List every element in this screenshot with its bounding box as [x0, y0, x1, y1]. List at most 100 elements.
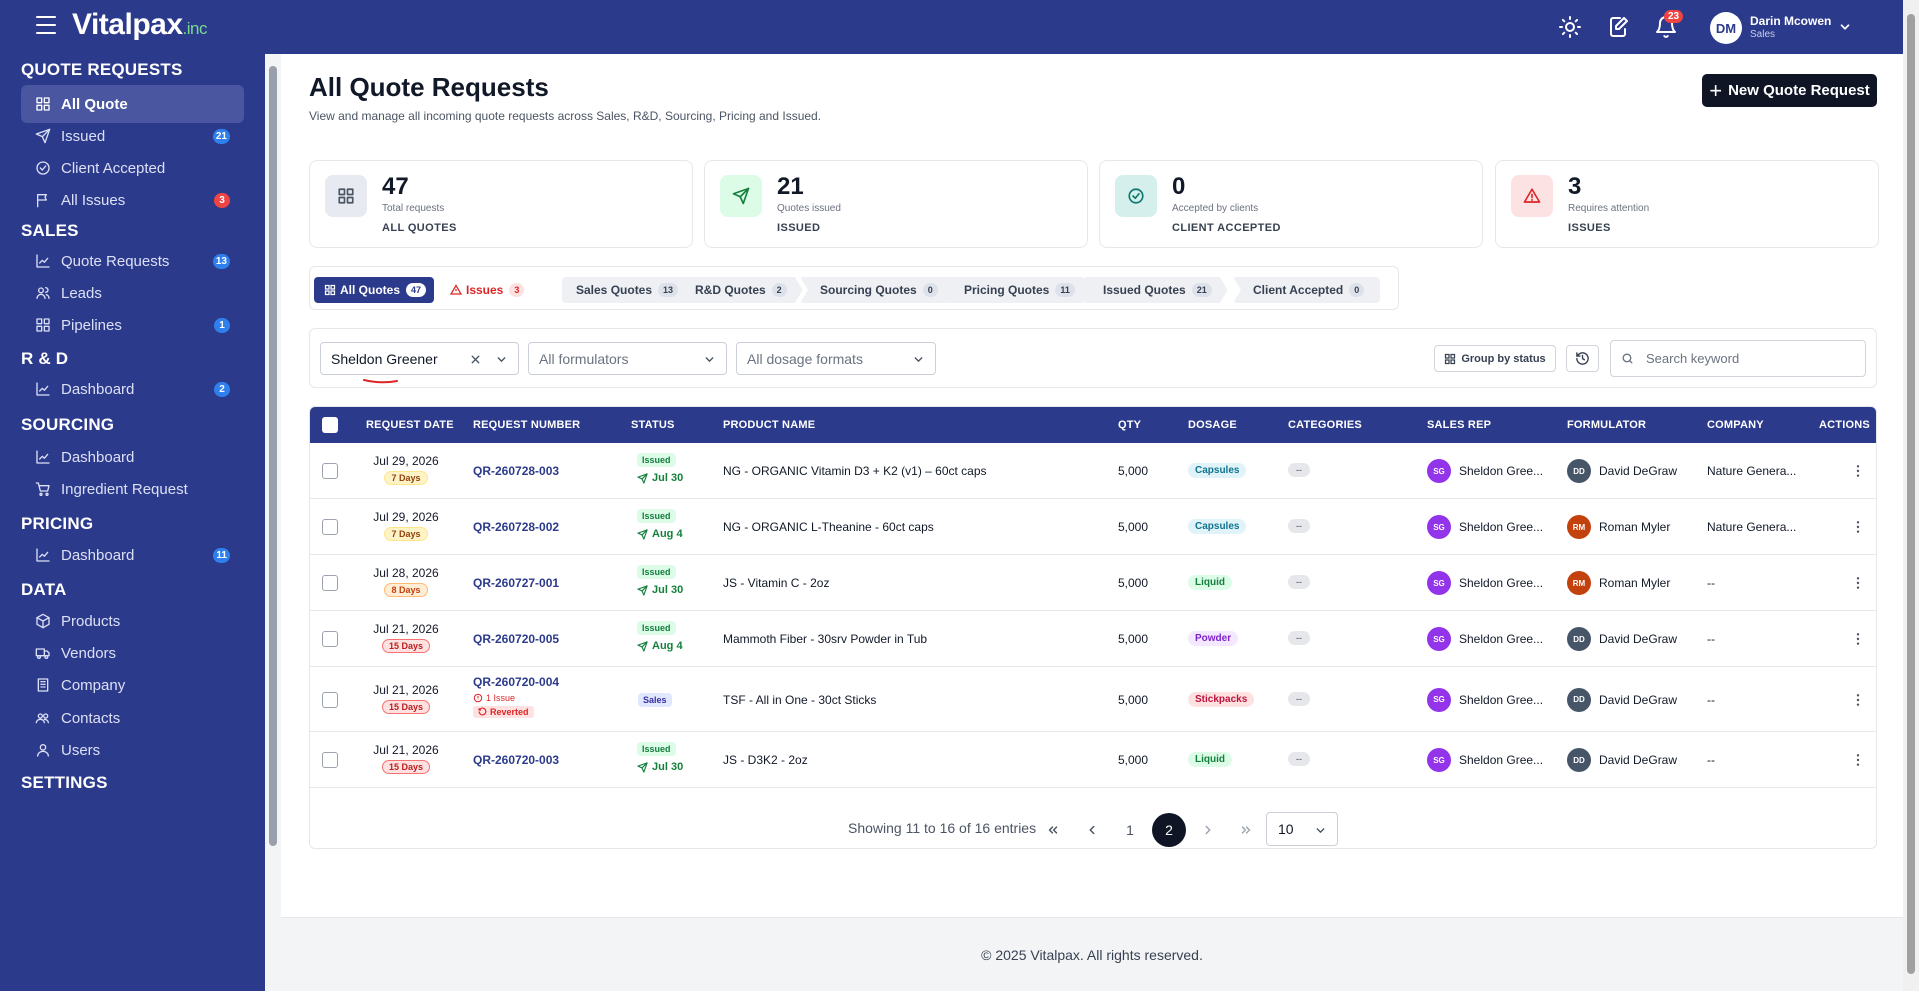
tab-rd-quotes[interactable]: R&D Quotes 2: [675, 277, 803, 303]
tab-sales-quotes[interactable]: Sales Quotes 13: [562, 277, 694, 303]
avatar: SG: [1427, 515, 1451, 539]
more-actions-icon[interactable]: [1850, 519, 1866, 535]
sales-rep-name: Sheldon Gree...: [1459, 692, 1544, 707]
col-formulator[interactable]: FORMULATOR: [1567, 419, 1646, 431]
select-all-checkbox[interactable]: [322, 417, 338, 433]
formulator-name: Roman Myler: [1599, 576, 1671, 590]
table-row[interactable]: Jul 29, 2026 7 Days QR-260728-003 Issued Jul…: [310, 443, 1876, 499]
more-actions-icon[interactable]: [1850, 631, 1866, 647]
table-row[interactable]: Jul 21, 2026 15 Days QR-260720-004 1 Issue R…: [310, 667, 1876, 732]
stat-card-all-quotes[interactable]: 47 Total requests ALL QUOTES: [309, 160, 693, 248]
edit-document-icon[interactable]: [1606, 15, 1630, 39]
page-button-2[interactable]: 2: [1152, 813, 1186, 847]
tab-client-accepted[interactable]: Client Accepted 0: [1233, 277, 1381, 303]
more-actions-icon[interactable]: [1850, 752, 1866, 768]
warning-icon: [450, 284, 462, 295]
dosage-select[interactable]: All dosage formats: [736, 342, 936, 375]
col-product-name[interactable]: PRODUCT NAME: [723, 419, 815, 431]
row-checkbox[interactable]: [322, 519, 338, 535]
formulators-select[interactable]: All formulators: [528, 342, 727, 375]
formulator-name: David DeGraw: [1599, 692, 1678, 707]
request-number-link[interactable]: QR-260727-001: [473, 576, 559, 590]
company: --: [1707, 632, 1715, 646]
logo[interactable]: Vitalpax.inc: [72, 8, 207, 42]
table-row[interactable]: Jul 28, 2026 8 Days QR-260727-001 Issued Jul…: [310, 555, 1876, 611]
sidebar-item-label: Users: [61, 741, 101, 759]
menu-icon[interactable]: [36, 16, 56, 34]
product-name: JS - D3K2 - 2oz: [723, 753, 808, 767]
sun-icon[interactable]: [1558, 15, 1582, 39]
col-sales-rep[interactable]: SALES REP: [1427, 419, 1491, 431]
status-cell: Issued Jul 30: [637, 741, 683, 773]
tab-issued-quotes[interactable]: Issued Quotes 21: [1083, 277, 1228, 303]
row-checkbox[interactable]: [322, 691, 338, 708]
sidebar-item-r-d-dashboard[interactable]: Dashboard 2: [21, 370, 244, 408]
request-number-link[interactable]: QR-260728-003: [473, 464, 559, 478]
history-button[interactable]: [1566, 345, 1599, 372]
user-name[interactable]: Darin Mcowen: [1750, 14, 1831, 28]
table-row[interactable]: Jul 21, 2026 15 Days QR-260720-003 Issued Ju…: [310, 732, 1876, 788]
row-checkbox[interactable]: [322, 631, 338, 647]
sidebar-item-label: Vendors: [61, 644, 117, 662]
send-icon: [637, 528, 648, 540]
col-status[interactable]: STATUS: [631, 419, 675, 431]
col-request-date[interactable]: REQUEST DATE: [366, 419, 454, 431]
stat-card-issued[interactable]: 21 Quotes issued ISSUED: [704, 160, 1088, 248]
col-request-number[interactable]: REQUEST NUMBER: [473, 419, 580, 431]
avatar: SG: [1427, 459, 1451, 483]
first-page-button[interactable]: [1036, 813, 1070, 847]
request-number-link[interactable]: QR-260720-004: [473, 675, 559, 689]
avatar: DD: [1567, 459, 1591, 483]
table-row[interactable]: Jul 21, 2026 15 Days QR-260720-005 Issued Au…: [310, 611, 1876, 667]
col-dosage[interactable]: DOSAGE: [1188, 419, 1237, 431]
tab-all-quotes[interactable]: All Quotes 47: [314, 277, 435, 303]
request-number-link[interactable]: QR-260720-005: [473, 632, 559, 646]
stat-label: Quotes issued: [777, 203, 841, 214]
sales-rep-select[interactable]: Sheldon Greener: [320, 342, 519, 375]
last-page-button[interactable]: [1229, 813, 1263, 847]
warning-icon: [1511, 175, 1553, 217]
sidebar-item-sourcing-ingredient-request[interactable]: Ingredient Request: [21, 470, 244, 508]
prev-page-button[interactable]: [1075, 813, 1109, 847]
status-cell: Issued Aug 4: [637, 508, 683, 540]
sidebar-badge: 1: [214, 318, 230, 333]
table-row[interactable]: Jul 29, 2026 7 Days QR-260728-002 Issued Aug…: [310, 499, 1876, 555]
row-checkbox[interactable]: [322, 463, 338, 479]
sales-rep-cell: SG Sheldon Gree...: [1427, 627, 1543, 651]
request-number-link[interactable]: QR-260720-003: [473, 753, 559, 767]
sidebar-item-data-users[interactable]: Users: [21, 731, 244, 769]
clear-icon[interactable]: [469, 353, 482, 366]
page-scrollbar[interactable]: [1903, 0, 1919, 991]
user-avatar[interactable]: DM: [1710, 12, 1742, 44]
page-size-select[interactable]: 10: [1266, 812, 1338, 846]
col-categories[interactable]: CATEGORIES: [1288, 419, 1362, 431]
tab-sourcing-quotes[interactable]: Sourcing Quotes 0: [800, 277, 954, 303]
more-actions-icon[interactable]: [1850, 463, 1866, 479]
more-actions-icon[interactable]: [1850, 575, 1866, 591]
sidebar-scrollbar[interactable]: [265, 54, 281, 991]
col-company[interactable]: COMPANY: [1707, 419, 1764, 431]
issue-indicator[interactable]: 1 Issue: [473, 693, 559, 703]
tab-issues[interactable]: Issues 3: [450, 277, 525, 303]
more-actions-icon[interactable]: [1850, 692, 1866, 708]
col-qty[interactable]: QTY: [1118, 419, 1141, 431]
next-page-button[interactable]: [1191, 813, 1225, 847]
chevron-down-icon[interactable]: [1838, 20, 1852, 34]
sidebar-item-sales-pipelines[interactable]: Pipelines 1: [21, 306, 244, 344]
sidebar-item-pricing-dashboard[interactable]: Dashboard 11: [21, 536, 244, 574]
row-checkbox[interactable]: [322, 575, 338, 591]
qty: 5,000: [1118, 464, 1149, 478]
age-badge: 7 Days: [384, 471, 428, 485]
stat-card-client-accepted[interactable]: 0 Accepted by clients CLIENT ACCEPTED: [1099, 160, 1483, 248]
search-input[interactable]: [1646, 351, 1846, 366]
group-by-status-button[interactable]: Group by status: [1434, 345, 1556, 372]
stat-card-issues[interactable]: 3 Requires attention ISSUES: [1495, 160, 1879, 248]
page-button-1[interactable]: 1: [1113, 813, 1147, 847]
request-number-link[interactable]: QR-260728-002: [473, 520, 559, 534]
sidebar-item-quote-requests-all-issues[interactable]: All Issues 3: [21, 181, 244, 219]
chevron-down-icon: [705, 357, 714, 363]
tab-pricing-quotes[interactable]: Pricing Quotes 11: [944, 277, 1091, 303]
row-checkbox[interactable]: [322, 752, 338, 768]
search-box[interactable]: [1610, 340, 1866, 377]
new-quote-request-button[interactable]: + New Quote Request: [1702, 74, 1877, 107]
